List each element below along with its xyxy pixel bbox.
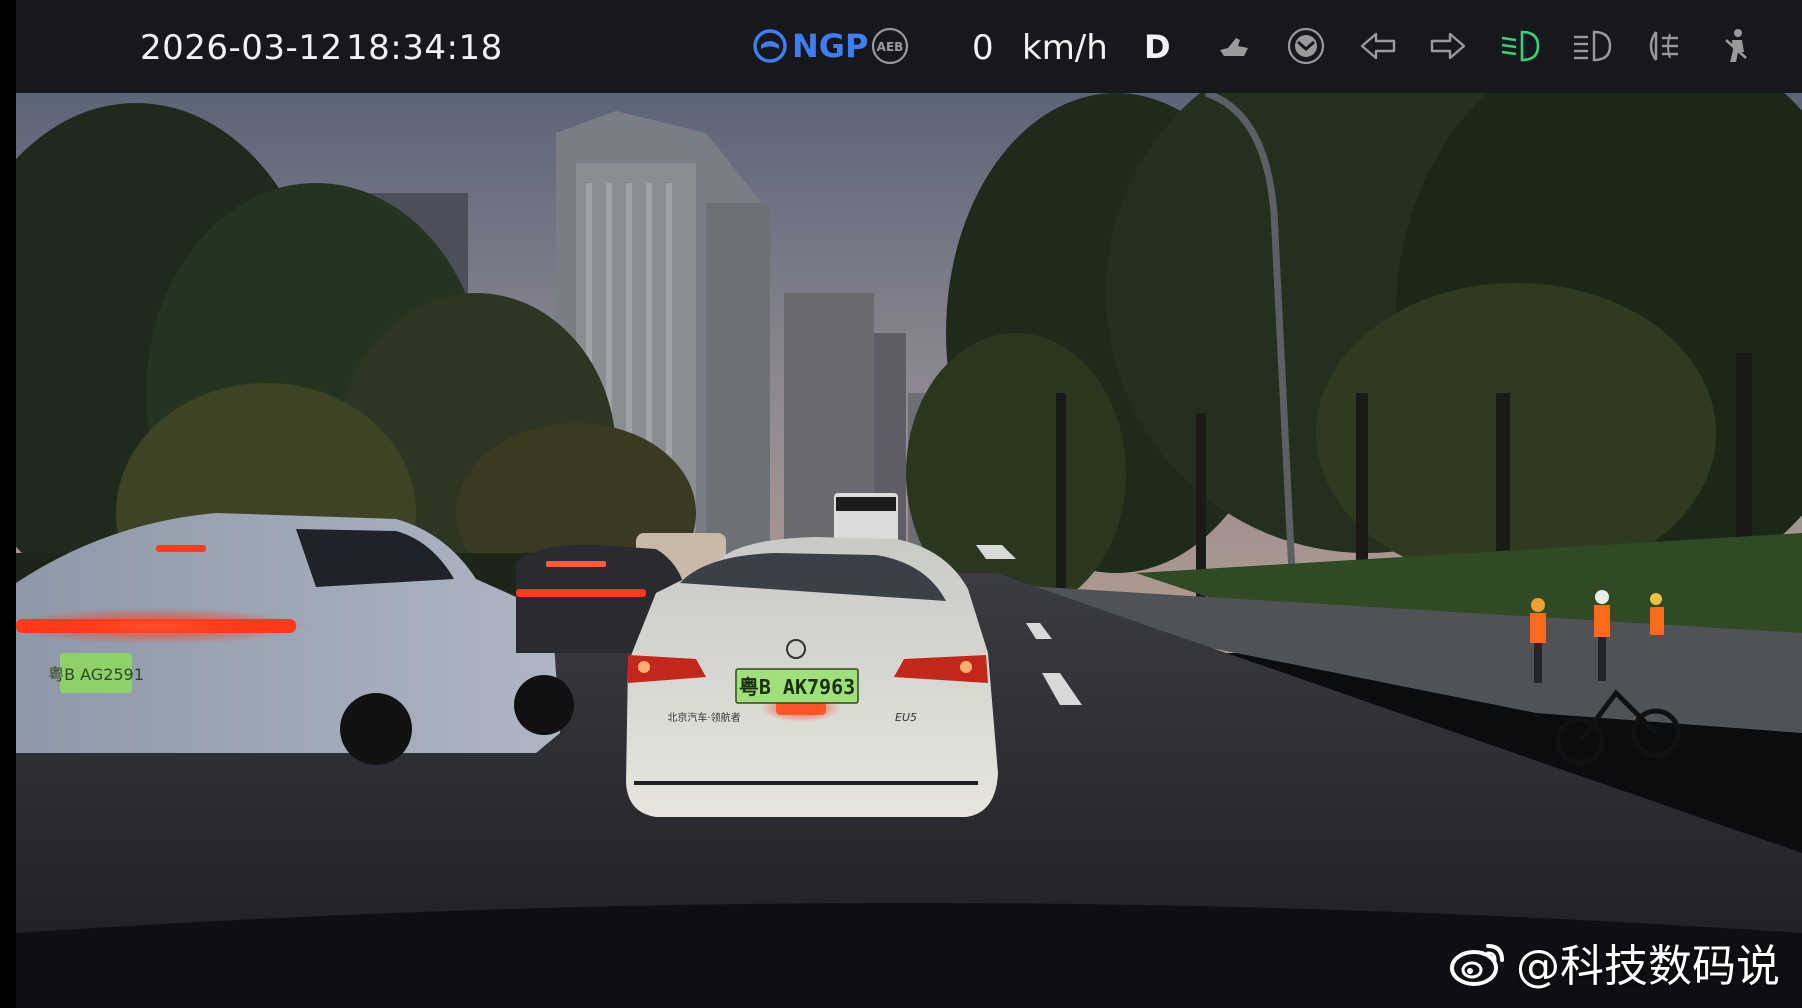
front-car-model: EU5 <box>895 711 917 724</box>
left-car-plate: 粤B AG2591 <box>48 665 144 684</box>
weibo-icon <box>1450 944 1504 986</box>
seatbelt-person-icon <box>1714 24 1758 68</box>
status-bar: 2026-03-12 18:34:18 NGP AEB 0 km/h D <box>16 0 1802 93</box>
wiper-icon <box>1212 24 1256 68</box>
gear-indicator: D <box>1144 28 1171 66</box>
turn-right-icon <box>1426 24 1470 68</box>
turn-left-icon <box>1356 24 1400 68</box>
high-beam-icon <box>1570 24 1614 68</box>
ngp-indicator: NGP <box>752 24 869 68</box>
front-car-badge: 北京汽车·领航者 <box>667 711 740 724</box>
speed-value: 0 <box>972 28 994 68</box>
left-border <box>0 0 16 1008</box>
front-car-plate: 粤B AK7963 <box>739 675 855 699</box>
date-readout: 2026-03-12 <box>140 28 343 68</box>
speed-unit: km/h <box>1022 28 1108 68</box>
aeb-label: AEB <box>877 40 904 54</box>
ngp-icon <box>753 29 787 63</box>
fog-light-icon <box>1642 24 1686 68</box>
low-beam-icon <box>1498 24 1542 68</box>
seatbelt-icon <box>1284 24 1328 68</box>
watermark: @科技数码说 <box>1448 930 1780 994</box>
time-readout: 18:34:18 <box>346 28 503 68</box>
ngp-label: NGP <box>792 27 869 65</box>
dashcam-frame: 2026-03-12 18:34:18 NGP AEB 0 km/h D 粤B … <box>0 0 1802 1008</box>
aeb-icon: AEB <box>868 24 912 68</box>
camera-view: 粤B AG2591 粤B AK7963 北京汽车·领航者 EU5 <box>16 93 1802 1008</box>
watermark-text: @科技数码说 <box>1516 941 1780 992</box>
